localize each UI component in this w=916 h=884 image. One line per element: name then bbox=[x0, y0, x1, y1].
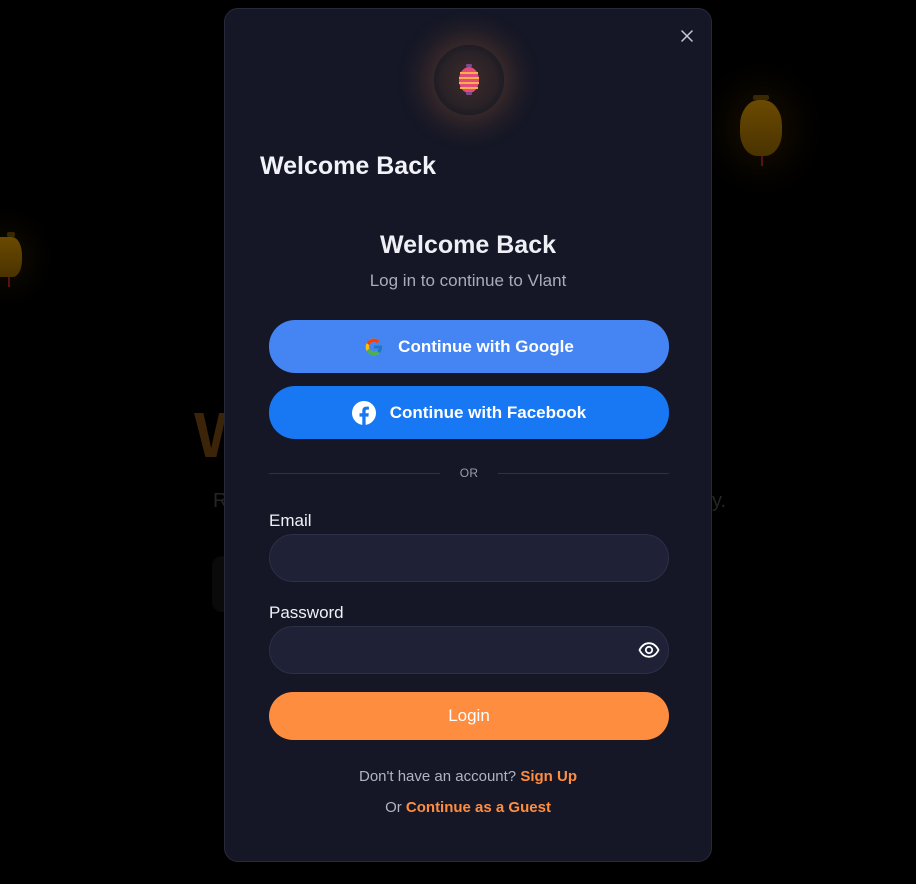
close-icon bbox=[681, 30, 693, 42]
login-modal: Welcome Back Welcome Back Log in to cont… bbox=[224, 8, 712, 862]
facebook-login-button[interactable]: Continue with Facebook bbox=[269, 386, 669, 439]
guest-prompt: Or Continue as a Guest bbox=[225, 799, 711, 816]
toggle-password-visibility-button[interactable] bbox=[637, 640, 661, 660]
lantern-decoration bbox=[0, 232, 22, 287]
signup-prompt: Don't have an account? Sign Up bbox=[225, 768, 711, 785]
password-label: Password bbox=[269, 603, 344, 622]
google-login-label: Continue with Google bbox=[398, 336, 574, 356]
or-divider: OR bbox=[269, 466, 670, 480]
google-login-button[interactable]: Continue with Google bbox=[269, 320, 669, 373]
signup-link[interactable]: Sign Up bbox=[520, 768, 577, 785]
guest-prompt-text: Or bbox=[385, 799, 402, 816]
login-button-label: Login bbox=[448, 706, 490, 725]
lantern-decoration bbox=[740, 95, 782, 166]
login-button[interactable]: Login bbox=[269, 692, 669, 740]
divider-text: OR bbox=[459, 466, 479, 480]
page-title: Welcome Back bbox=[379, 231, 556, 259]
page-subtitle: Log in to continue to Vlant bbox=[369, 271, 567, 290]
lantern-logo-icon bbox=[459, 64, 479, 95]
divider-line bbox=[269, 472, 440, 474]
hero-subtext-fragment: y. bbox=[712, 490, 727, 512]
close-button[interactable] bbox=[677, 26, 697, 46]
google-icon bbox=[365, 338, 383, 355]
modal-header-title: Welcome Back bbox=[260, 152, 437, 180]
divider-line bbox=[498, 472, 670, 474]
facebook-icon bbox=[351, 400, 376, 425]
facebook-login-label: Continue with Facebook bbox=[389, 402, 587, 422]
password-field[interactable] bbox=[269, 626, 669, 674]
eye-icon bbox=[638, 642, 660, 658]
app-logo bbox=[434, 45, 504, 115]
continue-as-guest-link[interactable]: Continue as a Guest bbox=[406, 799, 551, 816]
email-label: Email bbox=[269, 511, 312, 530]
email-field[interactable] bbox=[269, 534, 669, 582]
signup-prompt-text: Don't have an account? bbox=[359, 768, 517, 785]
